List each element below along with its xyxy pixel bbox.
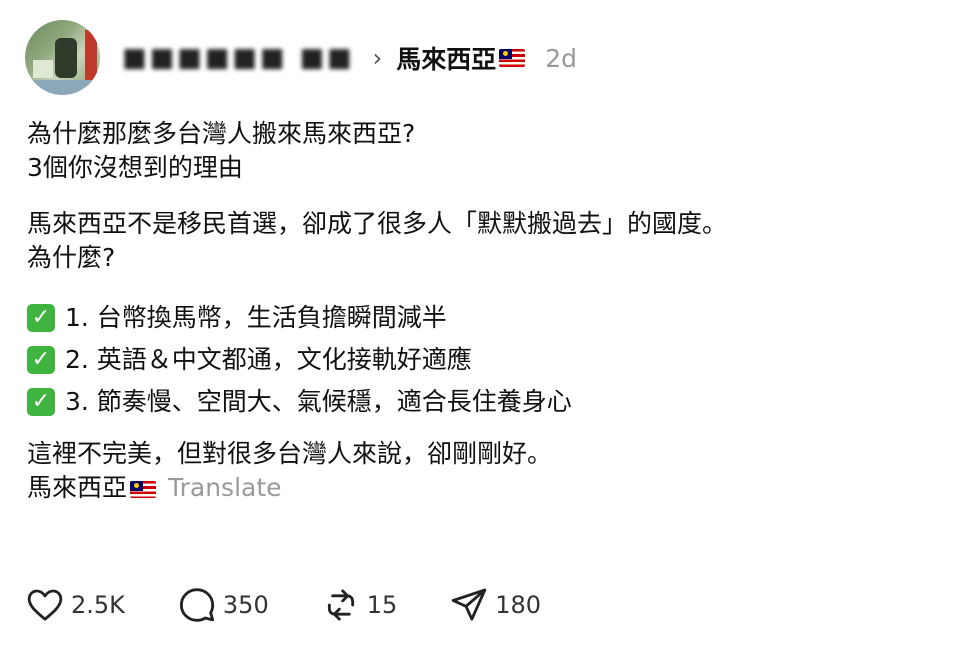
translate-link[interactable]: Translate (168, 473, 282, 502)
comment-count: 350 (222, 591, 269, 619)
post-line: 馬來西亞不是移民首選，卻成了很多人「默默搬過去」的國度。 (27, 209, 728, 238)
like-count: 2.5K (71, 591, 125, 619)
heart-icon (27, 589, 63, 621)
topic-tag[interactable]: 馬來西亞 (396, 40, 496, 76)
repost-count: 15 (366, 591, 398, 619)
post-header: ■■■■■■ ■■ › 馬來西亞 2d (122, 38, 577, 78)
reason-item: ✓ 1. 台幣換馬幣，生活負擔瞬間減半 (27, 297, 952, 339)
post-body: 為什麼那麼多台灣人搬來馬來西亞? 3個你沒想到的理由 馬來西亞不是移民首選，卻成… (27, 117, 952, 505)
post-line: 為什麼那麼多台灣人搬來馬來西亞? (27, 119, 416, 148)
reason-item: ✓ 2. 英語＆中文都通，文化接軌好適應 (27, 339, 952, 381)
comment-button[interactable]: 350 (177, 585, 269, 625)
green-check-icon: ✓ (27, 388, 55, 416)
repost-icon (327, 589, 354, 621)
chevron-right-icon: › (372, 44, 383, 72)
reason-text: 3. 節奏慢、空間大、氣候穩，適合長住養身心 (65, 387, 572, 416)
post-line: 3個你沒想到的理由 (27, 153, 243, 182)
reason-item: ✓ 3. 節奏慢、空間大、氣候穩，適合長住養身心 (27, 381, 952, 423)
reason-text: 2. 英語＆中文都通，文化接軌好適應 (65, 345, 472, 374)
repost-button[interactable]: 15 (321, 585, 398, 625)
reason-text: 1. 台幣換馬幣，生活負擔瞬間減半 (65, 303, 447, 332)
post-line: 為什麼? (27, 243, 116, 272)
post-line: 這裡不完美，但對很多台灣人來說，卻剛剛好。 (27, 439, 553, 468)
share-count: 180 (495, 591, 542, 619)
post-tag: 馬來西亞 (27, 473, 128, 502)
green-check-icon: ✓ (27, 304, 55, 332)
green-check-icon: ✓ (27, 346, 55, 374)
malaysia-flag-icon (499, 49, 526, 67)
post-timestamp: 2d (545, 43, 577, 73)
comment-bubble-icon (179, 588, 214, 622)
action-bar: 2.5K 350 15 180 (25, 585, 593, 625)
username[interactable]: ■■■■■■ ■■ (122, 43, 355, 73)
share-button[interactable]: 180 (449, 585, 541, 625)
send-icon (452, 588, 487, 621)
malaysia-flag-icon (130, 481, 157, 498)
avatar[interactable] (25, 20, 100, 95)
post-tag-line: 馬來西亞 Translate (27, 471, 952, 505)
like-button[interactable]: 2.5K (25, 585, 125, 625)
